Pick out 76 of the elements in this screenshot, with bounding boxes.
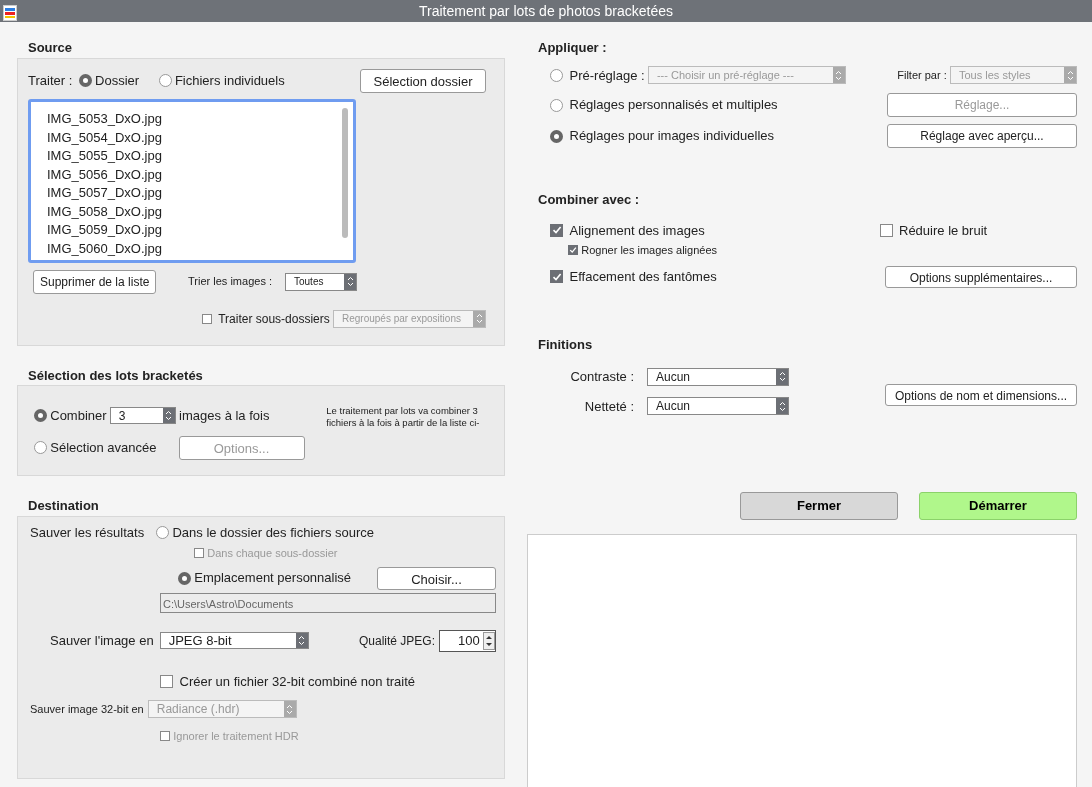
option-label: Ignorer le traitement HDR bbox=[173, 729, 299, 744]
dropdown[interactable]: 3 bbox=[109, 407, 176, 425]
field-label: Qualité JPEG: bbox=[358, 632, 435, 650]
button[interactable]: Supprimer de la liste bbox=[33, 269, 157, 294]
option-label: Fichiers individuels bbox=[174, 71, 285, 90]
radio-button[interactable] bbox=[34, 409, 47, 423]
file-name[interactable]: IMG_5057_DxO.jpg bbox=[47, 184, 342, 203]
button[interactable]: Réglage avec aperçu... bbox=[887, 124, 1077, 148]
field-label: Sauver les résultats bbox=[30, 523, 145, 542]
radio-button[interactable] bbox=[178, 571, 191, 585]
file-name[interactable]: IMG_5053_DxO.jpg bbox=[47, 110, 342, 129]
field-label: Traiter : bbox=[28, 71, 73, 90]
app-icon bbox=[3, 2, 17, 23]
option-label: Emplacement personnalisé bbox=[194, 569, 352, 588]
field-label: Sauver image 32-bit en bbox=[30, 701, 144, 717]
field-label: Filter par : bbox=[897, 68, 947, 83]
button[interactable]: Options supplémentaires... bbox=[885, 265, 1077, 288]
file-name[interactable]: IMG_5054_DxO.jpg bbox=[47, 128, 342, 147]
section-heading: Combiner avec : bbox=[538, 191, 640, 209]
option-label: Sélection avancée bbox=[50, 438, 157, 457]
field-label: Contraste : bbox=[569, 368, 634, 386]
field-label: Netteté : bbox=[583, 397, 634, 416]
window-title: Traitement par lots de photos bracketées bbox=[419, 1, 673, 21]
option-label: images à la fois bbox=[179, 407, 270, 425]
dropdown[interactable]: Toutes bbox=[285, 272, 357, 291]
checkbox[interactable] bbox=[550, 223, 563, 237]
option-label: Pré-réglage : bbox=[569, 66, 645, 85]
section-heading: Source bbox=[28, 39, 73, 57]
checkbox[interactable] bbox=[160, 674, 173, 688]
option-label: Réglages pour images individuelles bbox=[569, 127, 774, 146]
section-heading: Finitions bbox=[538, 335, 593, 354]
button[interactable]: Choisir... bbox=[377, 566, 496, 590]
radio-button[interactable] bbox=[158, 74, 172, 87]
option-label: Réduire le bruit bbox=[899, 221, 989, 240]
checkbox[interactable] bbox=[879, 223, 893, 237]
button[interactable]: Sélection dossier bbox=[360, 68, 486, 93]
option-label: Dans le dossier des fichiers source bbox=[172, 523, 374, 542]
scrollbar[interactable] bbox=[342, 108, 348, 238]
field-label: Trier les images : bbox=[188, 274, 272, 290]
checkbox[interactable] bbox=[568, 245, 578, 256]
stepper-icon[interactable] bbox=[483, 630, 495, 651]
dropdown[interactable]: Aucun bbox=[647, 367, 789, 386]
option-label: Effacement des fantômes bbox=[569, 267, 717, 286]
updown-arrow-icon bbox=[283, 701, 296, 717]
note-text: Le traitement par lots va combiner 3 fichiers à la fois à partir de la liste ci- bbox=[326, 405, 481, 430]
option-label: Traiter sous-dossiers bbox=[218, 310, 330, 328]
option-label: Alignement des images bbox=[569, 221, 705, 240]
section-heading: Appliquer : bbox=[538, 39, 607, 57]
file-name[interactable]: IMG_5055_DxO.jpg bbox=[47, 147, 342, 166]
path-field[interactable]: C:\Users\Astro\Documents bbox=[160, 592, 496, 613]
checkbox[interactable] bbox=[550, 270, 563, 283]
updown-arrow-icon bbox=[162, 408, 175, 424]
section-heading: Destination bbox=[28, 497, 99, 515]
dropdown[interactable]: JPEG 8-bit bbox=[159, 632, 309, 649]
option-label: Rogner les images alignées bbox=[581, 243, 717, 258]
option-label: Combiner bbox=[50, 407, 107, 425]
radio-button[interactable] bbox=[156, 525, 170, 539]
section-heading: Sélection des lots bracketés bbox=[28, 366, 203, 385]
option-label: Dans chaque sous-dossier bbox=[207, 546, 338, 561]
file-name[interactable]: IMG_5058_DxO.jpg bbox=[47, 202, 342, 221]
option-label: Créer un fichier 32-bit combiné non traité bbox=[179, 672, 416, 691]
file-name[interactable]: IMG_5059_DxO.jpg bbox=[47, 221, 342, 240]
radio-button[interactable] bbox=[550, 129, 563, 143]
dropdown[interactable]: Aucun bbox=[647, 397, 789, 416]
radio-button[interactable] bbox=[78, 74, 92, 87]
number-field[interactable]: 100 bbox=[439, 629, 496, 652]
updown-arrow-icon bbox=[295, 633, 308, 648]
file-name[interactable]: IMG_5060_DxO.jpg bbox=[47, 239, 342, 258]
button[interactable]: Options de nom et dimensions... bbox=[885, 384, 1077, 406]
option-label: Dossier bbox=[95, 71, 140, 90]
file-name[interactable]: IMG_5056_DxO.jpg bbox=[47, 165, 342, 184]
start-button[interactable]: Démarrer bbox=[919, 492, 1077, 520]
close-button[interactable]: Fermer bbox=[740, 492, 898, 520]
field-label: Sauver l'image en bbox=[50, 631, 154, 650]
file-list[interactable]: IMG_5053_DxO.jpg IMG_5054_DxO.jpg IMG_5055_DxO.jpg IMG_5056_DxO.jpg IMG_5057_DxO.jpg IMG_5058_DxO.jpg IMG_5059_DxO.jpg IMG_5060_DxO.jpg bbox=[28, 99, 356, 263]
option-label: Réglages personnalisés et multiples bbox=[569, 96, 778, 115]
